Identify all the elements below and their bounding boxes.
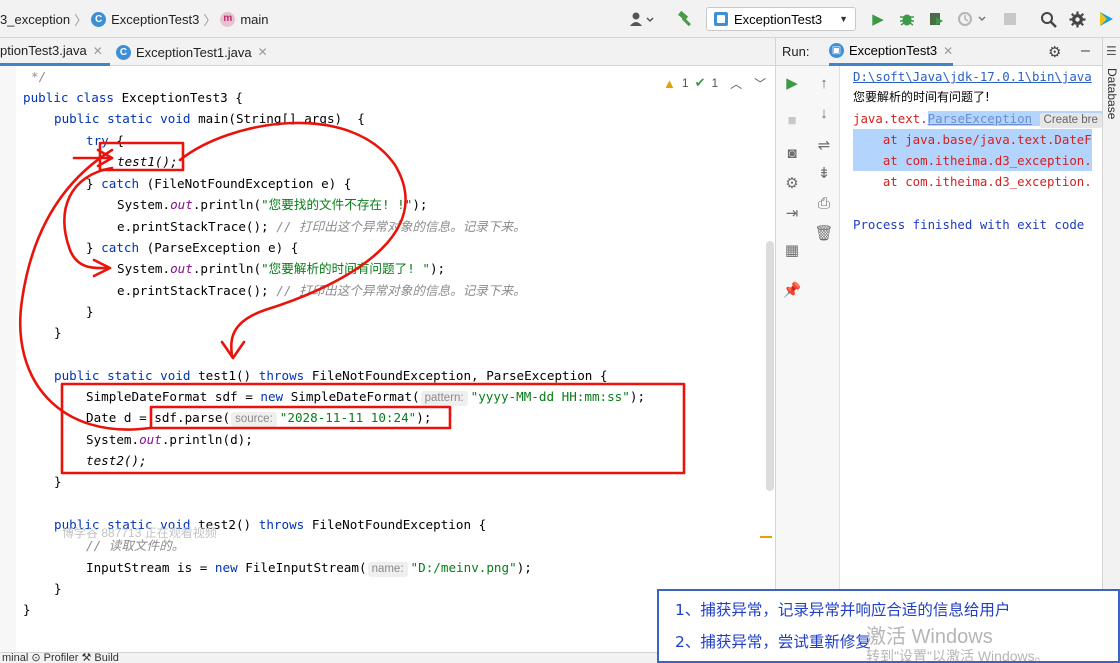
code-line: public class ExceptionTest3 { bbox=[23, 90, 243, 105]
code-line: } bbox=[54, 474, 62, 489]
run-header: Run: ▣ ExceptionTest3 ✕ ⚙ – bbox=[776, 38, 1103, 66]
settings-gear-icon[interactable] bbox=[1067, 9, 1087, 29]
console-line: at com.itheima.d3_exception. bbox=[853, 174, 1092, 189]
breadcrumb-class[interactable]: ExceptionTest3 bbox=[111, 12, 199, 27]
arrow-up-icon[interactable]: ↑ bbox=[814, 74, 834, 94]
run-tool-window: Run: ▣ ExceptionTest3 ✕ ⚙ – ▶ ↑ ■ ↓ ◙ ⇌ … bbox=[775, 38, 1103, 663]
breadcrumb-method[interactable]: main bbox=[240, 12, 268, 27]
run-configuration-dropdown[interactable]: ExceptionTest3 ▼ bbox=[706, 7, 856, 31]
restore-layout-icon[interactable]: ⚙ bbox=[782, 174, 802, 194]
class-icon: C bbox=[91, 11, 107, 27]
camera-icon[interactable]: ◙ bbox=[782, 144, 802, 164]
code-line: try { bbox=[86, 133, 124, 148]
class-icon: C bbox=[116, 44, 131, 60]
user-icon[interactable] bbox=[627, 9, 657, 29]
console-line: D:\soft\Java\jdk-17.0.1\bin\java bbox=[853, 69, 1092, 84]
console-line: at com.itheima.d3_exception. bbox=[853, 150, 1092, 171]
exit-icon[interactable]: ⇥ bbox=[782, 204, 802, 224]
code-line: } bbox=[54, 581, 62, 596]
tab-label: ExceptionTest1.java bbox=[136, 44, 252, 60]
rerun-icon[interactable]: ▶ bbox=[782, 74, 802, 94]
code-line: public static void main(String[] args) { bbox=[54, 111, 365, 126]
profile-icon[interactable] bbox=[954, 9, 990, 29]
console-line: at java.base/java.text.DateF bbox=[853, 129, 1092, 150]
run-config-icon bbox=[714, 12, 728, 26]
code-line: SimpleDateFormat sdf = new SimpleDateFor… bbox=[86, 389, 646, 406]
code-line: } catch (FileNotFoundException e) { bbox=[86, 176, 352, 191]
bottom-tool-strip: minal ⊙ Profiler ⚒ Build bbox=[0, 652, 700, 663]
code-line: e.printStackTrace(); // 打印出这个异常对象的信息。记录下… bbox=[117, 219, 526, 234]
create-breakpoint-button[interactable]: Create bre bbox=[1039, 113, 1102, 128]
activate-windows-watermark: 激活 Windows bbox=[866, 626, 993, 648]
run-icon[interactable]: ▶ bbox=[868, 9, 888, 29]
code-line: test1(); bbox=[117, 154, 178, 169]
console-line: Process finished with exit code bbox=[853, 217, 1085, 232]
code-line: } bbox=[86, 304, 94, 319]
parameter-hint: pattern: bbox=[420, 391, 468, 406]
layout-icon[interactable]: ▦ bbox=[782, 241, 802, 261]
close-icon[interactable]: ✕ bbox=[943, 44, 953, 58]
trash-icon[interactable]: 🗑 bbox=[814, 224, 834, 244]
right-tool-stripe: ☰ Database bbox=[1102, 38, 1120, 663]
tab-exceptiontest3[interactable]: ptionTest3.java ✕ bbox=[0, 38, 110, 66]
run-label: Run: bbox=[782, 44, 810, 59]
run-tab-exceptiontest3[interactable]: ▣ ExceptionTest3 ✕ bbox=[829, 38, 954, 66]
breadcrumb-separator: 〉 bbox=[74, 12, 88, 28]
code-line: e.printStackTrace(); // 打印出这个异常对象的信息。记录下… bbox=[117, 283, 526, 298]
video-watermark: 博学谷 887713 正在观看视频 bbox=[62, 526, 217, 540]
code-content[interactable]: */ public class ExceptionTest3 { public … bbox=[0, 66, 775, 663]
console-output[interactable]: D:\soft\Java\jdk-17.0.1\bin\java 您要解析的时间… bbox=[841, 66, 1103, 663]
tab-label: ptionTest3.java bbox=[0, 43, 87, 58]
chevron-down-icon: ▼ bbox=[839, 14, 848, 24]
code-line: } bbox=[54, 325, 62, 340]
run-config-label: ExceptionTest3 bbox=[734, 11, 823, 27]
settings-gear-icon[interactable]: ⚙ bbox=[1048, 43, 1061, 61]
console-line: 您要解析的时间有问题了! bbox=[853, 90, 990, 104]
code-line: System.out.println("您要找的文件不存在! !"); bbox=[117, 197, 428, 212]
debug-icon[interactable] bbox=[897, 9, 917, 29]
bottom-tool-labels[interactable]: minal ⊙ Profiler ⚒ Build bbox=[2, 653, 119, 663]
stop-icon[interactable] bbox=[1000, 9, 1020, 29]
code-line: } bbox=[23, 602, 31, 617]
tab-exceptiontest1[interactable]: C ExceptionTest1.java ✕ bbox=[116, 38, 276, 66]
plugin-icon[interactable] bbox=[1096, 9, 1116, 29]
code-line: Date d = sdf.parse(source: "2028-11-11 10… bbox=[86, 410, 432, 427]
breadcrumb-separator: 〉 bbox=[203, 12, 217, 28]
code-line: test2(); bbox=[86, 453, 147, 468]
parameter-hint: source: bbox=[231, 412, 277, 427]
database-tab[interactable]: Database bbox=[1105, 68, 1119, 119]
pin-icon[interactable]: 📌 bbox=[782, 281, 802, 301]
print-icon[interactable]: ⎙ bbox=[814, 194, 834, 214]
navigation-bar: 3_exception 〉 C ExceptionTest3 〉 m main … bbox=[0, 0, 1120, 38]
arrow-down-icon[interactable]: ↓ bbox=[814, 104, 834, 124]
hammer-build-icon[interactable] bbox=[675, 9, 697, 29]
database-icon[interactable]: ☰ bbox=[1106, 44, 1117, 58]
close-icon[interactable]: ✕ bbox=[93, 44, 103, 58]
code-line: public static void test1() throws FileNo… bbox=[54, 368, 608, 383]
parameter-hint: name: bbox=[367, 562, 408, 577]
code-line: System.out.println(d); bbox=[86, 432, 253, 447]
code-line: InputStream is = new FileInputStream(nam… bbox=[86, 560, 532, 577]
code-line: */ bbox=[31, 69, 47, 84]
minimize-icon[interactable]: – bbox=[1081, 42, 1090, 60]
class-icon: ▣ bbox=[829, 43, 844, 58]
soft-wrap-icon[interactable]: ⇌ bbox=[814, 136, 834, 156]
note-line-2: 2、捕获异常，尝试重新修复 bbox=[675, 633, 871, 651]
run-tab-label: ExceptionTest3 bbox=[849, 43, 938, 58]
editor-tabs: ptionTest3.java ✕ C ExceptionTest1.java … bbox=[0, 38, 775, 66]
activate-windows-hint: 转到"设置"以激活 Windows。 bbox=[866, 648, 1049, 663]
code-editor[interactable]: ▲ 1 ✔ 1 ︿ ﹀ */ public class ExceptionTes… bbox=[0, 66, 775, 663]
coverage-icon[interactable] bbox=[926, 9, 946, 29]
search-icon[interactable] bbox=[1038, 9, 1058, 29]
stop-icon[interactable]: ■ bbox=[782, 111, 802, 131]
breadcrumb: 3_exception 〉 C ExceptionTest3 〉 m main bbox=[0, 10, 269, 28]
method-icon: m bbox=[220, 11, 236, 27]
code-line: } catch (ParseException e) { bbox=[86, 240, 299, 255]
console-line: java.text.ParseException Create bre bbox=[853, 108, 1102, 129]
run-toolbar: ▶ ↑ ■ ↓ ◙ ⇌ ⚙ ⇟ ⇥ ⎙ 🗑 ▦ 📌 bbox=[776, 66, 840, 663]
breadcrumb-project[interactable]: 3_exception bbox=[0, 12, 70, 27]
scroll-to-end-icon[interactable]: ⇟ bbox=[814, 164, 834, 184]
code-line: System.out.println("您要解析的时间有问题了! "); bbox=[117, 261, 446, 276]
close-icon[interactable]: ✕ bbox=[258, 45, 268, 59]
